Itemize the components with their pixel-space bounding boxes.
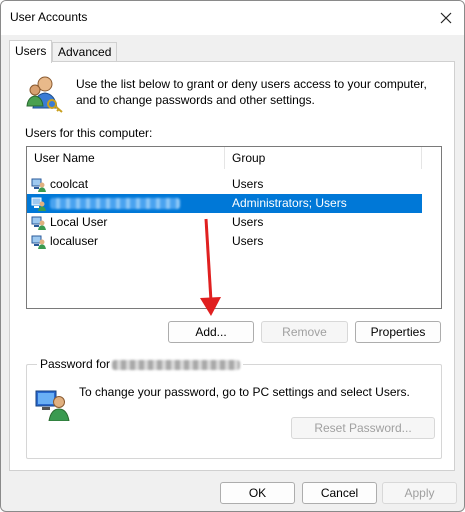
user-group: Administrators; Users (232, 196, 347, 210)
column-header-user-name[interactable]: User Name (27, 147, 225, 169)
user-row-coolcat[interactable]: coolcat Users (27, 175, 422, 194)
user-icon (31, 178, 46, 192)
reset-password-button[interactable]: Reset Password... (291, 417, 435, 439)
user-name: coolcat (50, 177, 89, 191)
user-row-localuser[interactable]: localuser Users (27, 232, 422, 251)
password-instructions: To change your password, go to PC settin… (79, 385, 410, 399)
properties-button[interactable]: Properties (355, 321, 441, 343)
redacted-email (112, 359, 241, 370)
apply-button[interactable]: Apply (382, 482, 457, 504)
add-button[interactable]: Add... (168, 321, 254, 343)
user-group: Users (232, 215, 264, 229)
close-button[interactable] (432, 5, 460, 31)
user-icon (31, 235, 46, 249)
password-legend-label: Password for (40, 357, 111, 371)
users-listview[interactable]: User Name Group coolcat Users Administra… (26, 146, 442, 309)
user-icon (31, 216, 46, 230)
column-header-group[interactable]: Group (225, 147, 422, 169)
user-accounts-window: User Accounts Users Advanced Use the lis… (0, 0, 465, 512)
window-title: User Accounts (10, 10, 88, 24)
listview-header: User Name Group (27, 147, 441, 169)
tab-users[interactable]: Users (9, 40, 53, 63)
user-password-icon (35, 390, 70, 421)
ok-button[interactable]: OK (220, 482, 295, 504)
title-bar: User Accounts (1, 1, 464, 35)
user-name: Local User (50, 215, 108, 229)
users-keys-icon (26, 76, 63, 113)
cancel-button[interactable]: Cancel (302, 482, 377, 504)
password-groupbox: Password for To change your password, go… (26, 357, 442, 459)
user-icon (31, 197, 46, 211)
user-group: Users (232, 234, 264, 248)
password-legend: Password for (37, 357, 244, 372)
close-icon (440, 12, 452, 24)
users-tab-panel: Use the list below to grant or deny user… (9, 61, 455, 471)
user-group: Users (232, 177, 264, 191)
user-name: localuser (50, 234, 99, 248)
redacted-user-name (50, 198, 180, 209)
remove-button[interactable]: Remove (261, 321, 348, 343)
tab-advanced[interactable]: Advanced (52, 42, 118, 62)
user-row-selected[interactable]: Administrators; Users (27, 194, 422, 213)
user-row-local-user[interactable]: Local User Users (27, 213, 422, 232)
intro-text: Use the list below to grant or deny user… (76, 77, 427, 107)
users-list-label: Users for this computer: (25, 126, 153, 140)
